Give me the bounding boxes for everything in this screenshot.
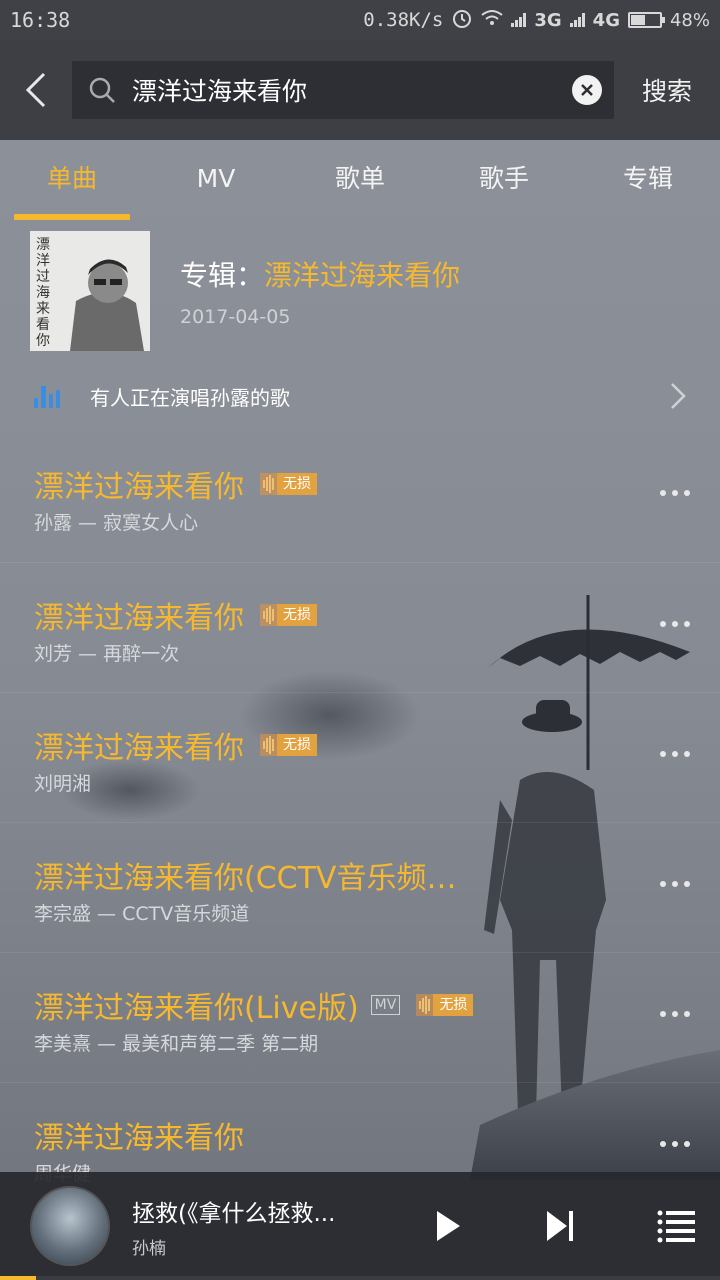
mini-player[interactable]: 拯救(《拿什么拯救... 孙楠 — [0, 1172, 720, 1280]
more-options-button[interactable] — [660, 1141, 690, 1147]
chevron-left-icon — [25, 72, 46, 108]
song-list: 漂洋过海来看你 无损 孙露 — 寂寞女人心 漂洋过海来看你 无损 刘芳 — 再醉… — [0, 432, 720, 1212]
status-time: 16:38 — [10, 8, 71, 32]
search-box[interactable] — [72, 61, 614, 119]
back-button[interactable] — [0, 40, 72, 140]
song-title-row: 漂洋过海来看你(CCTV音乐频… — [34, 853, 456, 897]
album-cover: 漂洋过海来看你 — [30, 231, 150, 351]
chevron-right-icon — [671, 383, 686, 409]
album-title: 专辑：漂洋过海来看你 — [180, 254, 460, 294]
alarm-icon — [451, 7, 473, 34]
playback-progress-fill — [0, 1276, 36, 1280]
now-playing-artist: 孙楠 — [132, 1238, 166, 1259]
signal-icon — [511, 13, 527, 27]
search-icon — [88, 76, 122, 104]
skip-next-icon — [547, 1211, 573, 1241]
song-subtitle: 孙露 — 寂寞女人心 — [34, 512, 199, 534]
tab-mv[interactable]: MV — [144, 140, 288, 222]
song-title: 漂洋过海来看你 — [34, 470, 244, 505]
more-options-button[interactable] — [660, 490, 690, 496]
lossless-badge: 无损 — [260, 473, 317, 495]
lossless-label: 无损 — [433, 994, 474, 1016]
lossless-label: 无损 — [277, 604, 317, 626]
status-icons: 0.38K/s 3G 4G 48% — [363, 7, 710, 34]
song-title-row: 漂洋过海来看你 — [34, 1113, 244, 1157]
tab-artists[interactable]: 歌手 — [432, 140, 576, 222]
banner-text: 有人正在演唱孙露的歌 — [90, 385, 290, 410]
soundwave-icon — [260, 473, 277, 495]
list-item[interactable]: 漂洋过海来看你 无损 孙露 — 寂寞女人心 — [0, 432, 720, 562]
clear-search-button[interactable] — [572, 75, 602, 105]
now-playing-title: 拯救(《拿什么拯救... — [132, 1200, 336, 1227]
album-date: 2017-04-05 — [180, 306, 291, 328]
lossless-badge: 无损 — [260, 734, 317, 756]
list-item[interactable]: 漂洋过海来看你 无损 刘芳 — 再醉一次 — [0, 562, 720, 692]
song-title-row: 漂洋过海来看你 无损 — [34, 723, 317, 767]
play-icon — [437, 1211, 460, 1241]
net-speed: 0.38K/s — [363, 9, 444, 31]
list-item[interactable]: 漂洋过海来看你 无损 刘明湘 — [0, 692, 720, 822]
playlist-button[interactable] — [648, 1198, 704, 1254]
more-options-button[interactable] — [660, 621, 690, 627]
now-playing-cover[interactable] — [30, 1186, 110, 1266]
song-subtitle: 刘明湘 — [34, 773, 92, 795]
soundwave-icon — [260, 604, 277, 626]
search-submit-button[interactable]: 搜索 — [614, 72, 720, 108]
net-4g: 4G — [592, 9, 620, 31]
search-input[interactable] — [122, 75, 572, 105]
song-title-row: 漂洋过海来看你(Live版) MV 无损 — [34, 983, 474, 1027]
equalizer-bars-icon — [34, 384, 60, 408]
now-playing-meta[interactable]: 拯救(《拿什么拯救... 孙楠 — [132, 1194, 402, 1259]
tab-playlists[interactable]: 歌单 — [288, 140, 432, 222]
list-item[interactable]: 漂洋过海来看你(Live版) MV 无损 李美熹 — 最美和声第二季 第二期 — [0, 952, 720, 1082]
more-options-button[interactable] — [660, 881, 690, 887]
album-cover-text: 漂洋过海来看你 — [36, 237, 50, 349]
more-options-button[interactable] — [660, 751, 690, 757]
album-prefix: 专辑： — [180, 259, 265, 292]
net-3g: 3G — [534, 9, 562, 31]
battery-percent: 48% — [669, 9, 710, 31]
lossless-badge: 无损 — [260, 604, 317, 626]
search-header: 搜索 — [0, 40, 720, 140]
song-subtitle: 李宗盛 — CCTV音乐频道 — [34, 903, 250, 925]
close-icon — [581, 84, 593, 96]
song-title: 漂洋过海来看你 — [34, 731, 244, 766]
album-result[interactable]: 漂洋过海来看你 专辑：漂洋过海来看你 2017-04-05 — [30, 230, 460, 352]
lossless-badge: 无损 — [416, 994, 474, 1016]
next-button[interactable] — [532, 1198, 588, 1254]
lossless-label: 无损 — [277, 473, 317, 495]
mv-badge[interactable]: MV — [370, 995, 401, 1015]
lossless-label: 无损 — [277, 734, 317, 756]
playback-progress[interactable] — [0, 1276, 720, 1280]
list-item[interactable]: 漂洋过海来看你(CCTV音乐频… 李宗盛 — CCTV音乐频道 — [0, 822, 720, 952]
tab-albums[interactable]: 专辑 — [576, 140, 720, 222]
signal-icon-2 — [569, 13, 585, 27]
singing-banner[interactable]: 有人正在演唱孙露的歌 — [0, 360, 720, 432]
song-title-row: 漂洋过海来看你 无损 — [34, 462, 317, 506]
song-title: 漂洋过海来看你 — [34, 1121, 244, 1156]
more-options-button[interactable] — [660, 1011, 690, 1017]
battery-icon — [627, 12, 665, 28]
soundwave-icon — [260, 734, 277, 756]
wifi-icon — [481, 9, 503, 32]
album-info: 专辑：漂洋过海来看你 2017-04-05 — [180, 254, 460, 328]
status-bar: 16:38 0.38K/s 3G 4G 48% — [0, 0, 720, 40]
song-subtitle: 刘芳 — 再醉一次 — [34, 643, 180, 665]
album-name: 漂洋过海来看你 — [264, 259, 461, 292]
result-tabs: 单曲 MV 歌单 歌手 专辑 — [0, 140, 720, 222]
song-title-row: 漂洋过海来看你 无损 — [34, 593, 317, 637]
soundwave-icon — [416, 994, 434, 1016]
song-subtitle: 李美熹 — 最美和声第二季 第二期 — [34, 1033, 319, 1055]
song-title: 漂洋过海来看你(Live版) — [34, 991, 359, 1026]
play-button[interactable] — [420, 1198, 476, 1254]
song-title: 漂洋过海来看你 — [34, 601, 244, 636]
playlist-icon — [657, 1210, 695, 1243]
tab-songs[interactable]: 单曲 — [0, 140, 144, 222]
song-title: 漂洋过海来看你(CCTV音乐频… — [34, 861, 457, 896]
